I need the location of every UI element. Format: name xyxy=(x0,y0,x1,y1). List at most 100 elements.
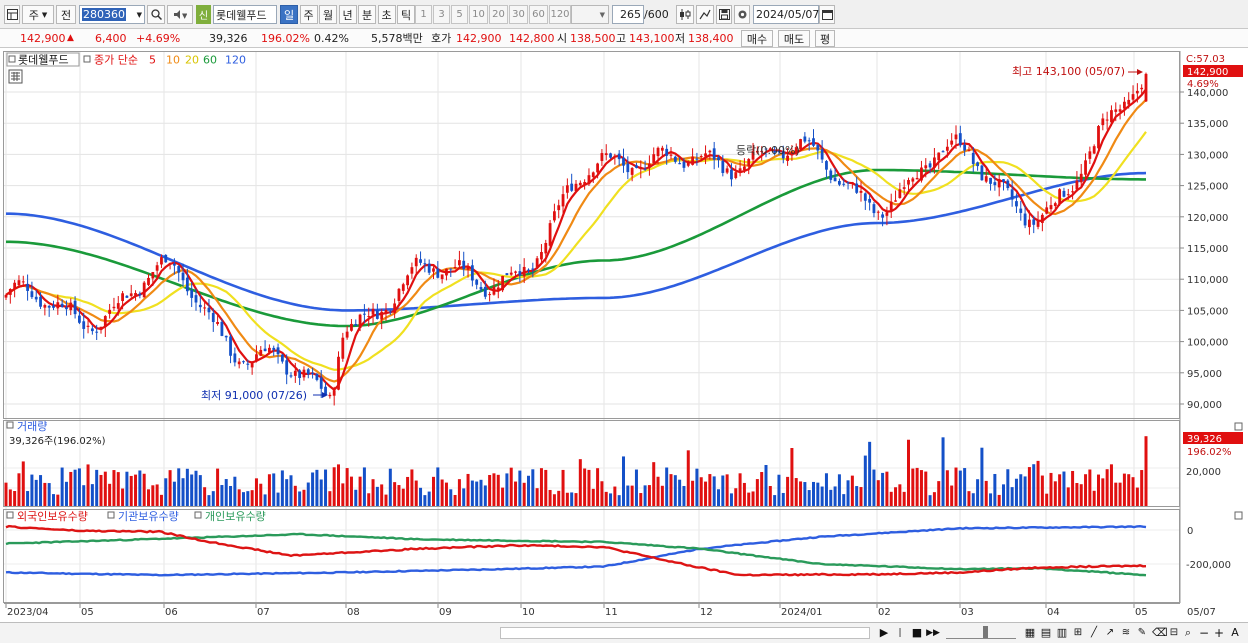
candle-body xyxy=(747,159,751,167)
x-axis-label: 2023/04 xyxy=(7,607,49,618)
layout-icon[interactable] xyxy=(4,5,20,24)
candle-body xyxy=(557,205,561,211)
candle-body xyxy=(250,361,254,368)
candle-body xyxy=(354,324,358,326)
volume-bar xyxy=(60,467,64,506)
plus-icon[interactable]: + xyxy=(1213,626,1225,640)
volume-bar xyxy=(1140,470,1144,506)
interval-button-7[interactable]: 120 xyxy=(549,5,571,24)
volume-bar xyxy=(945,470,949,506)
volume-bar xyxy=(190,474,194,506)
volume-bar xyxy=(185,468,189,506)
candle-body xyxy=(553,211,556,221)
volume-bar xyxy=(397,485,401,506)
volume-bar xyxy=(837,474,841,506)
period-tab-5[interactable]: 초 xyxy=(377,5,396,24)
period-tab-6[interactable]: 틱 xyxy=(397,5,415,24)
candle-body xyxy=(937,152,941,161)
candle-body xyxy=(1144,73,1148,102)
volume-bar xyxy=(643,485,647,506)
eval-button[interactable]: 평 xyxy=(815,30,835,47)
chart-area[interactable]: 롯데웰푸드 종가 단순 5 10 20 60 120 최고 143,100 (0… xyxy=(0,48,1248,622)
stop-icon[interactable]: ■ xyxy=(911,626,923,640)
market-select[interactable]: 주 ▼ xyxy=(22,5,54,24)
font-size-icon[interactable]: A xyxy=(1229,626,1241,640)
volume-bar xyxy=(125,471,129,506)
save-button[interactable] xyxy=(716,5,732,24)
volume-bar xyxy=(77,468,81,506)
close-icon[interactable] xyxy=(1234,422,1243,431)
candle-body xyxy=(449,268,453,270)
volume-bar xyxy=(829,489,833,506)
period-tab-3[interactable]: 년 xyxy=(338,5,357,24)
period-tab-label: 년 xyxy=(342,8,353,22)
period-tab-4[interactable]: 분 xyxy=(358,5,376,24)
grid-toggle-icon[interactable]: ▦ xyxy=(1024,626,1036,640)
interval-button-5[interactable]: 30 xyxy=(509,5,528,24)
pencil-icon[interactable]: ✎ xyxy=(1136,626,1148,640)
interval-button-2[interactable]: 5 xyxy=(451,5,468,24)
cross-line-icon[interactable]: ⊞ xyxy=(1072,626,1084,640)
volume-bar xyxy=(1144,436,1148,506)
volume-bar xyxy=(967,491,971,506)
prev-button[interactable]: 전 xyxy=(56,5,76,24)
buy-button[interactable]: 매수 xyxy=(741,30,773,47)
period-tab-0[interactable]: 일 xyxy=(280,5,298,24)
volume-bar xyxy=(324,469,328,506)
fibonacci-icon[interactable]: ≋ xyxy=(1120,626,1132,640)
period-tab-2[interactable]: 월 xyxy=(319,5,337,24)
volume-bar xyxy=(319,479,323,506)
candle-body xyxy=(993,182,997,186)
minus-icon[interactable]: − xyxy=(1198,626,1210,640)
interval-button-6[interactable]: 60 xyxy=(529,5,548,24)
settings-button[interactable] xyxy=(734,5,750,24)
eraser-icon[interactable]: ⌫ xyxy=(1152,626,1168,640)
x-axis-label: 11 xyxy=(605,607,618,618)
volume-bar xyxy=(289,475,293,506)
zoom-slider[interactable] xyxy=(946,627,1016,639)
zoom-slider-thumb[interactable] xyxy=(983,626,988,638)
drawing-button[interactable] xyxy=(696,5,714,24)
volume-bar xyxy=(747,492,751,506)
play-icon[interactable]: ▶ xyxy=(879,626,889,640)
date-input[interactable]: 2024/05/07 xyxy=(753,5,819,24)
sound-button[interactable]: ▼ xyxy=(167,5,193,24)
arrow-icon[interactable]: ↗ xyxy=(1104,626,1116,640)
indicator-button[interactable] xyxy=(676,5,694,24)
step-back-icon[interactable]: |◀◀ xyxy=(893,626,907,643)
split-view-icon[interactable]: ▤ xyxy=(1040,626,1052,640)
interval-select[interactable]: ▼ xyxy=(571,5,609,24)
stock-code-input[interactable]: 280360 ▼ xyxy=(79,5,145,24)
ruler-icon[interactable]: ⊟ xyxy=(1167,626,1181,640)
period-tab-1[interactable]: 주 xyxy=(299,5,318,24)
interval-button-0[interactable]: 1 xyxy=(415,5,432,24)
volume-bar xyxy=(552,494,556,506)
candle-body xyxy=(738,168,742,173)
interval-button-4[interactable]: 20 xyxy=(489,5,508,24)
interval-button-1[interactable]: 3 xyxy=(433,5,450,24)
draw-line-icon[interactable]: ╱ xyxy=(1088,626,1100,640)
overlay-icon[interactable]: ▥ xyxy=(1056,626,1068,640)
interval-button-3[interactable]: 10 xyxy=(469,5,488,24)
volume-bar xyxy=(1075,483,1079,506)
ask-label: 호가 xyxy=(431,32,452,45)
stock-name-field[interactable]: 롯데웰푸드 xyxy=(213,5,277,24)
candle-body xyxy=(1071,191,1074,193)
candle-body xyxy=(203,307,207,309)
candle-body xyxy=(842,183,846,185)
volume-bar xyxy=(1032,464,1036,506)
calendar-button[interactable] xyxy=(819,5,835,24)
candle-body xyxy=(570,183,574,191)
sell-button[interactable]: 매도 xyxy=(778,30,810,47)
search-icon[interactable]: ⌕ xyxy=(1182,626,1194,640)
scroll-track[interactable] xyxy=(500,627,870,639)
fast-forward-icon[interactable]: ▶▶ xyxy=(926,626,940,640)
volume-bar xyxy=(440,479,444,506)
volume-bar xyxy=(725,474,729,506)
candle-body xyxy=(1105,119,1109,121)
count-input[interactable]: 265 xyxy=(612,5,644,24)
close-icon[interactable] xyxy=(1234,511,1243,520)
search-button[interactable] xyxy=(147,5,165,24)
candle-body xyxy=(686,162,690,166)
candle-body xyxy=(825,161,828,170)
